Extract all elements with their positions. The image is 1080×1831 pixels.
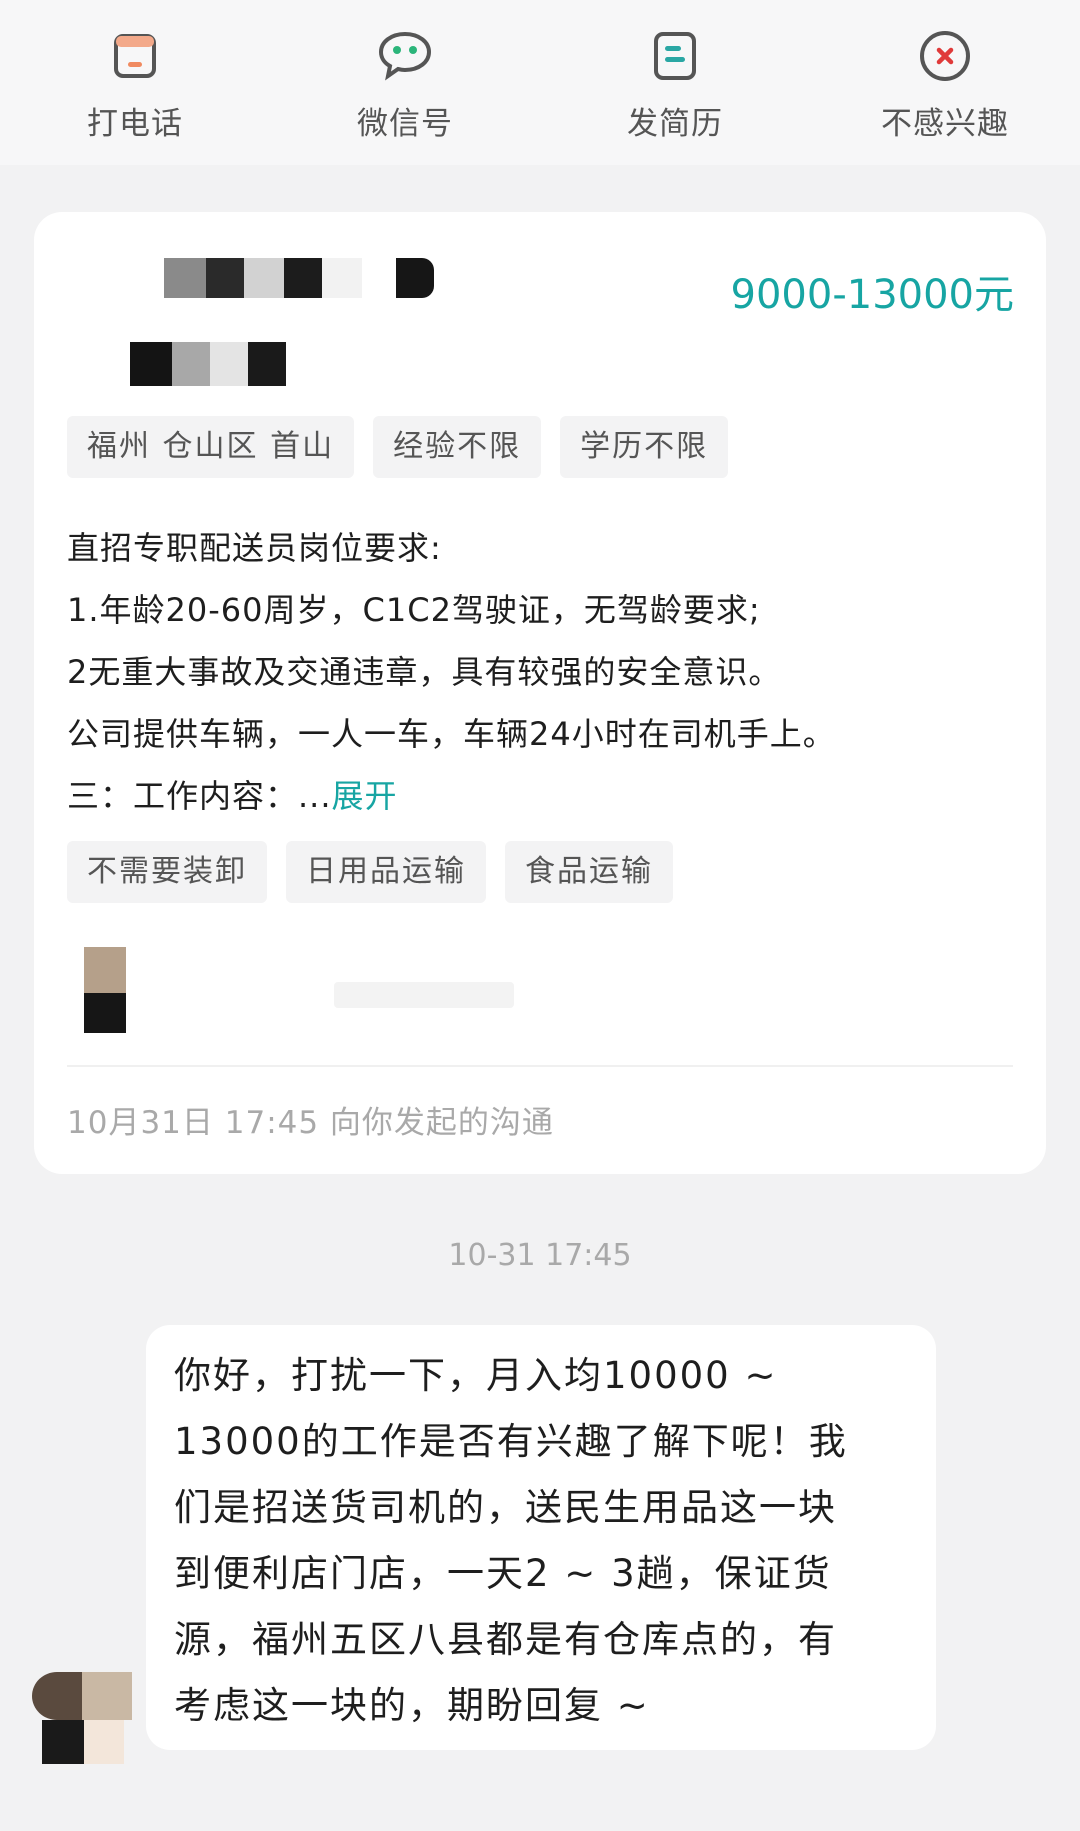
not-interested-icon: [915, 26, 975, 86]
salary-range: 9000-13000元: [730, 272, 1014, 318]
call-button[interactable]: 打电话: [0, 0, 270, 165]
send-resume-button[interactable]: 发简历: [540, 0, 810, 165]
job-card[interactable]: 9000-13000元 福州 仓山区 首山 经验不限 学历不限 直招专职配送员岗…: [34, 212, 1046, 1174]
attribute-tag: 食品运输: [505, 841, 673, 903]
job-location-tags: 福州 仓山区 首山 经验不限 学历不限: [67, 416, 729, 478]
company-name-redacted: [130, 342, 286, 386]
wechat-label: 微信号: [357, 106, 453, 142]
job-title-redacted: [164, 258, 434, 298]
job-description: 直招专职配送员岗位要求: 1.年龄20-60周岁，C1C2驾驶证，无驾龄要求; …: [67, 517, 1027, 827]
conversation-initiated-text: 10月31日 17:45 向你发起的沟通: [67, 1105, 554, 1141]
description-line-last: 三：工作内容：...展开: [67, 765, 1027, 827]
job-attribute-tags: 不需要装卸 日用品运输 食品运输: [67, 841, 673, 903]
description-line: 直招专职配送员岗位要求:: [67, 529, 442, 567]
experience-tag: 经验不限: [373, 416, 542, 478]
description-line: 公司提供车辆，一人一车，车辆24小时在司机手上。: [67, 715, 836, 753]
location-tag: 福州 仓山区 首山: [67, 416, 355, 478]
expand-link[interactable]: 展开: [332, 777, 398, 815]
not-interested-label: 不感兴趣: [881, 106, 1009, 142]
not-interested-button[interactable]: 不感兴趣: [810, 0, 1080, 165]
description-truncated: 三：工作内容：...: [67, 777, 332, 815]
recruiter-avatar[interactable]: [84, 947, 204, 1033]
action-bar: 打电话 微信号 发简历 不感兴趣: [0, 0, 1080, 165]
recruiter-name-redacted: [334, 982, 514, 1008]
phone-call-icon: [105, 26, 165, 86]
message-timestamp: 10-31 17:45: [448, 1238, 632, 1273]
description-line: 2无重大事故及交通违章，具有较强的安全意识。: [67, 653, 782, 691]
message-line: 你好，打扰一下，月入均10000 ~: [174, 1354, 778, 1397]
attribute-tag: 不需要装卸: [67, 841, 267, 903]
divider: [67, 1065, 1013, 1067]
wechat-icon: [375, 26, 435, 86]
attribute-tag: 日用品运输: [286, 841, 486, 903]
call-label: 打电话: [87, 106, 183, 142]
message-line: 们是招送货司机的，送民生用品这一块: [174, 1486, 837, 1529]
message-bubble[interactable]: 你好，打扰一下，月入均10000 ~ 13000的工作是否有兴趣了解下呢！我 们…: [146, 1325, 936, 1750]
message-line: 13000的工作是否有兴趣了解下呢！我: [174, 1420, 848, 1463]
description-line: 1.年龄20-60周岁，C1C2驾驶证，无驾龄要求;: [67, 591, 761, 629]
sender-avatar[interactable]: [32, 1672, 132, 1764]
education-tag: 学历不限: [560, 416, 729, 478]
resume-icon: [645, 26, 705, 86]
message-line: 考虑这一块的，期盼回复 ~: [174, 1684, 650, 1727]
wechat-button[interactable]: 微信号: [270, 0, 540, 165]
message-line: 到便利店门店，一天2 ~ 3趟，保证货: [174, 1552, 832, 1595]
message-line: 源，福州五区八县都是有仓库点的，有: [174, 1618, 837, 1661]
send-resume-label: 发简历: [627, 106, 723, 142]
